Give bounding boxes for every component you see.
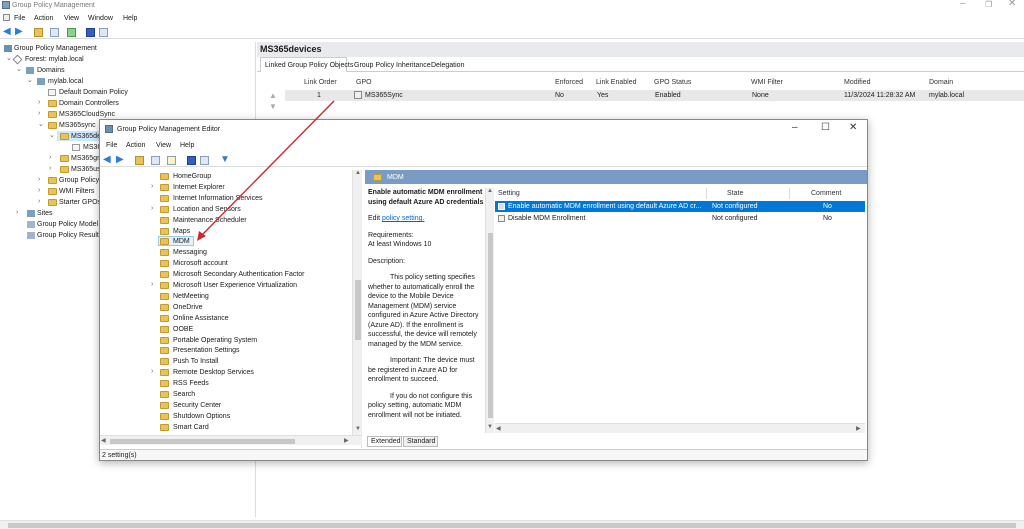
annotation-arrow: [197, 100, 335, 241]
arrow-shaft: [200, 100, 335, 237]
